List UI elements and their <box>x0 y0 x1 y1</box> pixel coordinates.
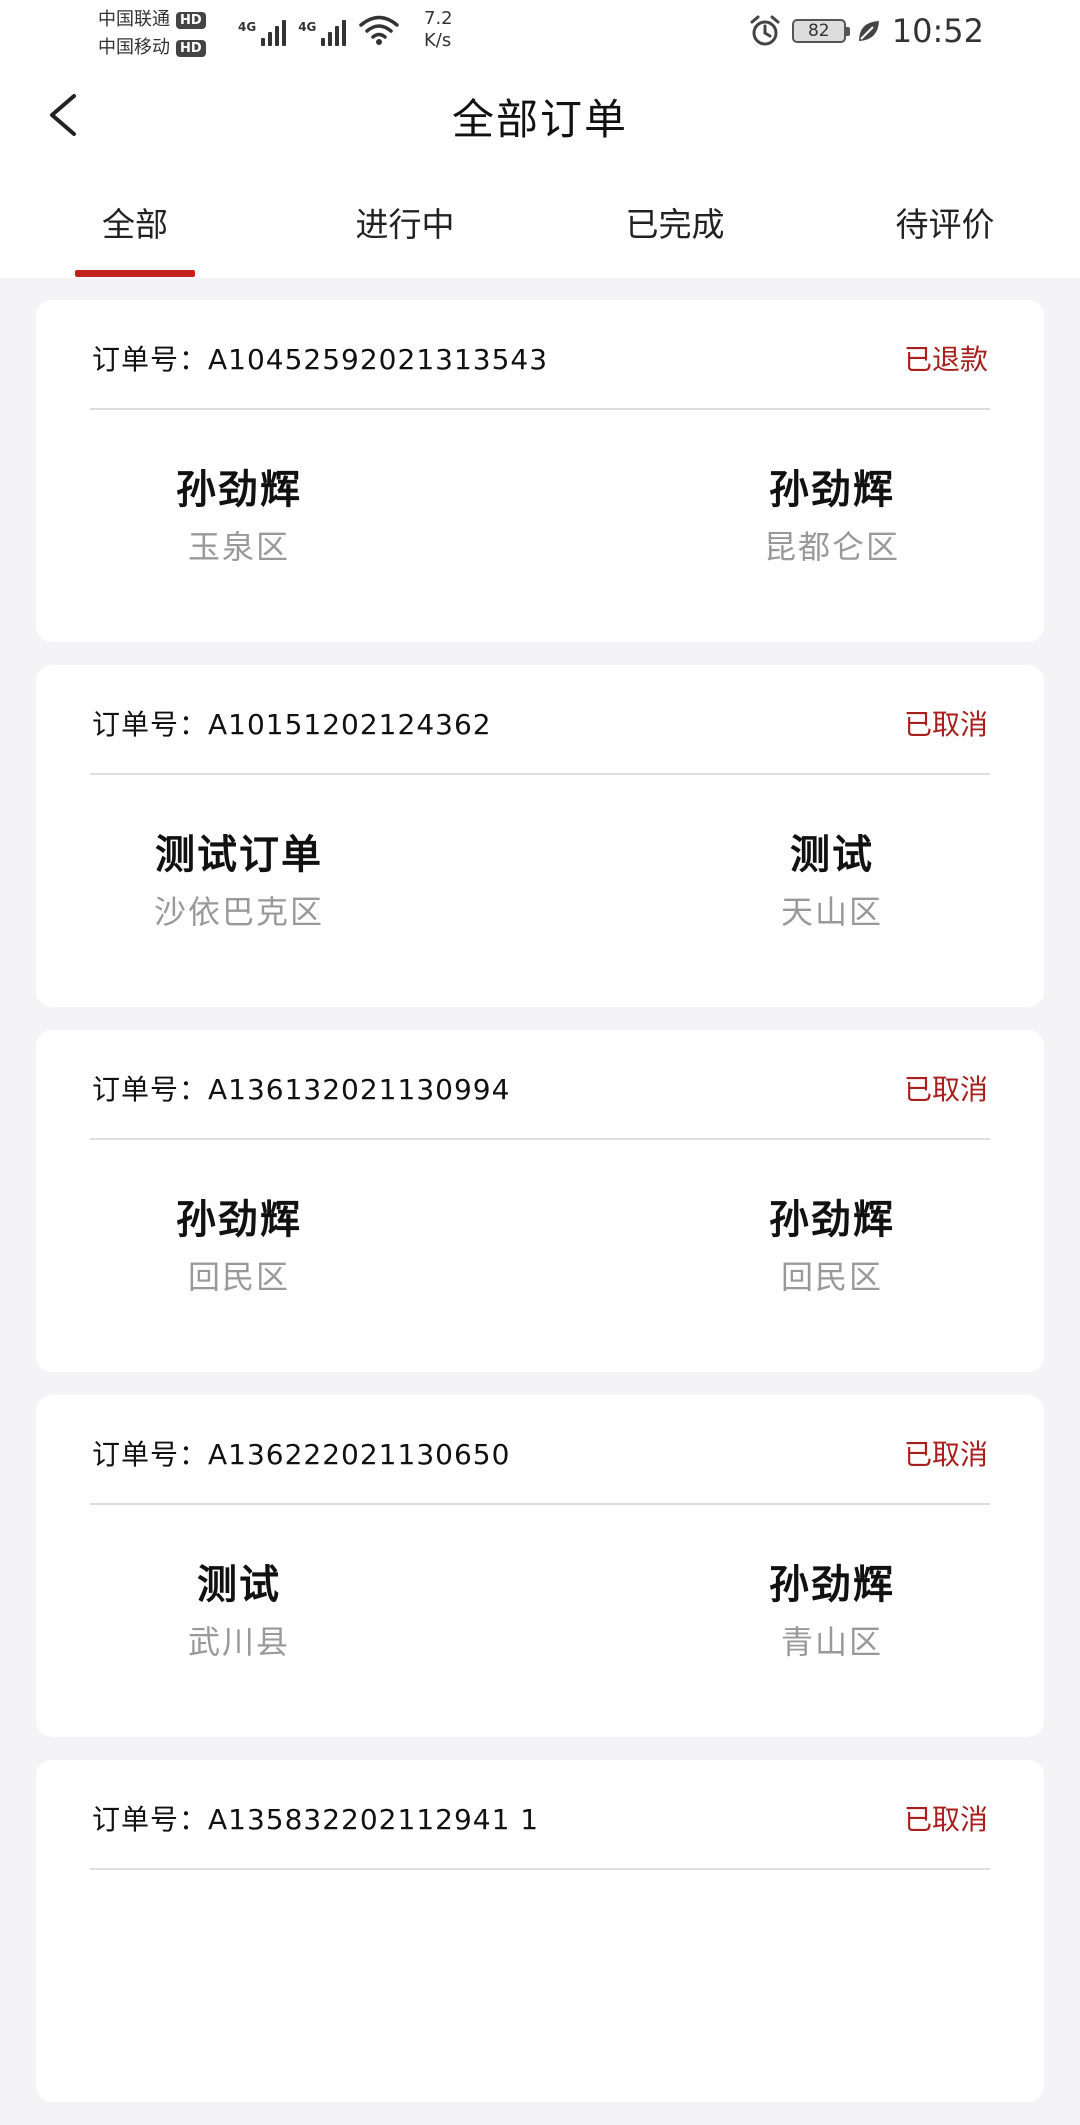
signal-indicators: 4G 4G <box>238 14 400 46</box>
sender-info: 孙劲辉 回民区 <box>89 1195 389 1299</box>
sender-name: 孙劲辉 <box>176 1197 302 1243</box>
order-number-value: A10452592021313543 <box>208 343 549 376</box>
tab-to-review[interactable]: 待评价 <box>845 198 1045 246</box>
order-card[interactable]: 订单号：A10151202124362 已取消 测试订单 沙依巴克区 测试 天山… <box>36 665 1044 1007</box>
sender-district: 武川县 <box>187 1623 290 1661</box>
order-number-prefix: 订单号： <box>92 1438 209 1471</box>
sender-name: 孙劲辉 <box>176 467 302 513</box>
receiver-district: 昆都仑区 <box>763 528 900 566</box>
network-type-label: 4G <box>298 20 317 34</box>
order-status: 已取消 <box>903 1073 988 1106</box>
receiver-info: 测试 天山区 <box>682 830 982 934</box>
status-bar: 中国联通 HD 中国移动 HD 4G 4G 7.2 K/s 82 10:52 <box>0 0 1080 62</box>
sender-info: 测试 武川县 <box>89 1560 389 1664</box>
wifi-icon <box>359 15 400 45</box>
carrier-2-label: 中国移动 <box>98 37 170 58</box>
order-number-prefix: 订单号： <box>92 708 209 741</box>
network-speed-value: 7.2 <box>424 8 453 29</box>
carrier-info: 中国联通 HD 中国移动 HD <box>98 6 206 62</box>
receiver-district: 青山区 <box>780 1623 883 1661</box>
order-card[interactable]: 订单号：A136222021130650 已取消 测试 武川县 孙劲辉 青山区 <box>36 1395 1044 1737</box>
divider <box>90 1138 990 1140</box>
sender-district: 沙依巴克区 <box>153 893 324 931</box>
divider <box>90 1503 990 1505</box>
sender-district: 回民区 <box>187 1258 290 1296</box>
receiver-name: 孙劲辉 <box>769 467 895 513</box>
hd-badge: HD <box>176 11 206 29</box>
order-number-value: A135832202112941 1 <box>208 1803 540 1836</box>
tab-in-progress[interactable]: 进行中 <box>305 198 505 246</box>
receiver-name: 孙劲辉 <box>769 1197 895 1243</box>
receiver-info: 孙劲辉 昆都仑区 <box>682 465 982 569</box>
order-number: 订单号：A135832202112941 1 <box>92 1798 539 1838</box>
sender-name: 测试 <box>197 1562 281 1608</box>
receiver-district: 天山区 <box>780 893 883 931</box>
divider <box>90 1868 990 1870</box>
status-right: 82 10:52 <box>748 12 984 50</box>
order-card[interactable]: 订单号：A136132021130994 已取消 孙劲辉 回民区 孙劲辉 回民区 <box>36 1030 1044 1372</box>
alarm-icon <box>750 15 780 46</box>
tab-all[interactable]: 全部 <box>35 198 235 246</box>
divider <box>90 773 990 775</box>
sender-info: 测试订单 沙依巴克区 <box>89 830 389 934</box>
order-number: 订单号：A10452592021313543 <box>92 338 548 378</box>
order-number-prefix: 订单号： <box>92 343 209 376</box>
hd-badge: HD <box>176 39 206 57</box>
clock: 10:52 <box>891 12 984 50</box>
network-speed-unit: K/s <box>424 30 452 51</box>
order-number-value: A136222021130650 <box>208 1438 511 1471</box>
nav-bar: 全部订单 <box>0 62 1080 170</box>
receiver-district: 回民区 <box>780 1258 883 1296</box>
sender-info: 孙劲辉 玉泉区 <box>89 465 389 569</box>
battery-icon: 82 <box>791 19 850 43</box>
signal-icon: 4G <box>238 20 287 46</box>
network-type-label: 4G <box>238 20 257 34</box>
order-number: 订单号：A136132021130994 <box>92 1068 510 1108</box>
divider <box>90 408 990 410</box>
order-number-prefix: 订单号： <box>92 1073 209 1106</box>
order-number: 订单号：A10151202124362 <box>92 703 492 743</box>
order-number: 订单号：A136222021130650 <box>92 1433 510 1473</box>
order-number-value: A136132021130994 <box>208 1073 511 1106</box>
battery-level: 82 <box>807 21 830 41</box>
order-card[interactable]: 订单号：A135832202112941 1 已取消 <box>36 1760 1044 2102</box>
order-status: 已取消 <box>903 1803 988 1836</box>
page-title: 全部订单 <box>451 95 628 144</box>
receiver-info: 孙劲辉 回民区 <box>682 1195 982 1299</box>
carrier-1-label: 中国联通 <box>98 9 170 30</box>
order-status: 已退款 <box>903 343 988 376</box>
leaf-icon <box>858 21 879 41</box>
tab-completed[interactable]: 已完成 <box>575 198 775 246</box>
tab-bar: 全部 进行中 已完成 待评价 <box>0 170 1080 278</box>
receiver-name: 孙劲辉 <box>769 1562 895 1608</box>
signal-icon: 4G <box>298 20 347 46</box>
active-tab-indicator <box>75 270 195 277</box>
order-number-prefix: 订单号： <box>92 1803 209 1836</box>
sender-district: 玉泉区 <box>187 528 290 566</box>
network-speed: 7.2 K/s <box>424 8 453 52</box>
order-status: 已取消 <box>903 708 988 741</box>
sender-name: 测试订单 <box>155 832 323 878</box>
receiver-info: 孙劲辉 青山区 <box>682 1560 982 1664</box>
order-number-value: A10151202124362 <box>208 708 492 741</box>
order-card[interactable]: 订单号：A10452592021313543 已退款 孙劲辉 玉泉区 孙劲辉 昆… <box>36 300 1044 642</box>
order-list: 订单号：A10452592021313543 已退款 孙劲辉 玉泉区 孙劲辉 昆… <box>36 300 1044 2125</box>
order-status: 已取消 <box>903 1438 988 1471</box>
receiver-name: 测试 <box>790 832 874 878</box>
